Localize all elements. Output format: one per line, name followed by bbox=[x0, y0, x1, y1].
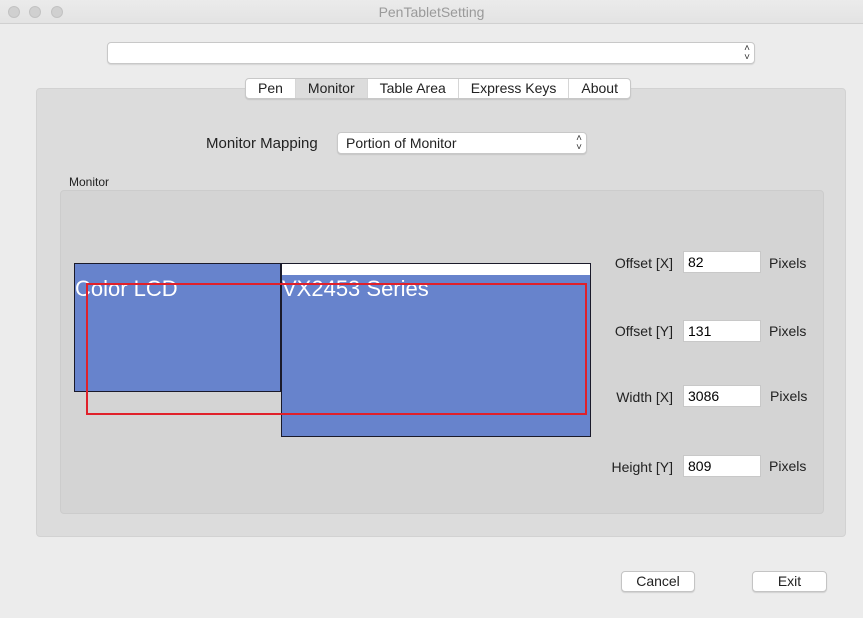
monitor-mapping-label: Monitor Mapping bbox=[206, 135, 318, 152]
exit-button[interactable]: Exit bbox=[752, 571, 827, 592]
tab-monitor[interactable]: Monitor bbox=[295, 79, 368, 98]
tab-table-area[interactable]: Table Area bbox=[368, 79, 459, 98]
offset-x-unit: Pixels bbox=[769, 255, 807, 271]
width-x-label: Width [X] bbox=[616, 389, 673, 405]
height-y-label: Height [Y] bbox=[611, 459, 673, 475]
height-y-unit: Pixels bbox=[769, 458, 807, 474]
window-title: PenTabletSetting bbox=[378, 4, 485, 20]
height-y-input[interactable] bbox=[683, 455, 761, 477]
chevron-updown-icon: ˄ ˅ bbox=[744, 43, 750, 63]
tab-about[interactable]: About bbox=[569, 79, 630, 98]
device-select[interactable]: ˄ ˅ bbox=[107, 42, 755, 64]
tab-pen[interactable]: Pen bbox=[246, 79, 296, 98]
offset-x-label: Offset [X] bbox=[614, 255, 673, 271]
monitor-mapping-value: Portion of Monitor bbox=[346, 135, 457, 151]
menu-bar-strip bbox=[282, 264, 590, 275]
tab-bar: Pen Monitor Table Area Express Keys Abou… bbox=[245, 78, 631, 99]
offset-y-unit: Pixels bbox=[769, 323, 807, 339]
width-x-unit: Pixels bbox=[770, 388, 808, 404]
title-bar: PenTabletSetting bbox=[0, 0, 863, 24]
mapped-area-rect[interactable] bbox=[86, 283, 587, 415]
monitor-mapping-select[interactable]: Portion of Monitor ˄ ˅ bbox=[337, 132, 587, 154]
offset-x-input[interactable] bbox=[683, 251, 761, 273]
width-x-input[interactable] bbox=[683, 385, 761, 407]
chevron-updown-icon: ˄ ˅ bbox=[576, 133, 582, 153]
offset-y-input[interactable] bbox=[683, 320, 761, 342]
monitor-group-label: Monitor bbox=[69, 175, 110, 189]
cancel-button[interactable]: Cancel bbox=[621, 571, 695, 592]
tab-express-keys[interactable]: Express Keys bbox=[459, 79, 570, 98]
offset-y-label: Offset [Y] bbox=[614, 323, 673, 339]
